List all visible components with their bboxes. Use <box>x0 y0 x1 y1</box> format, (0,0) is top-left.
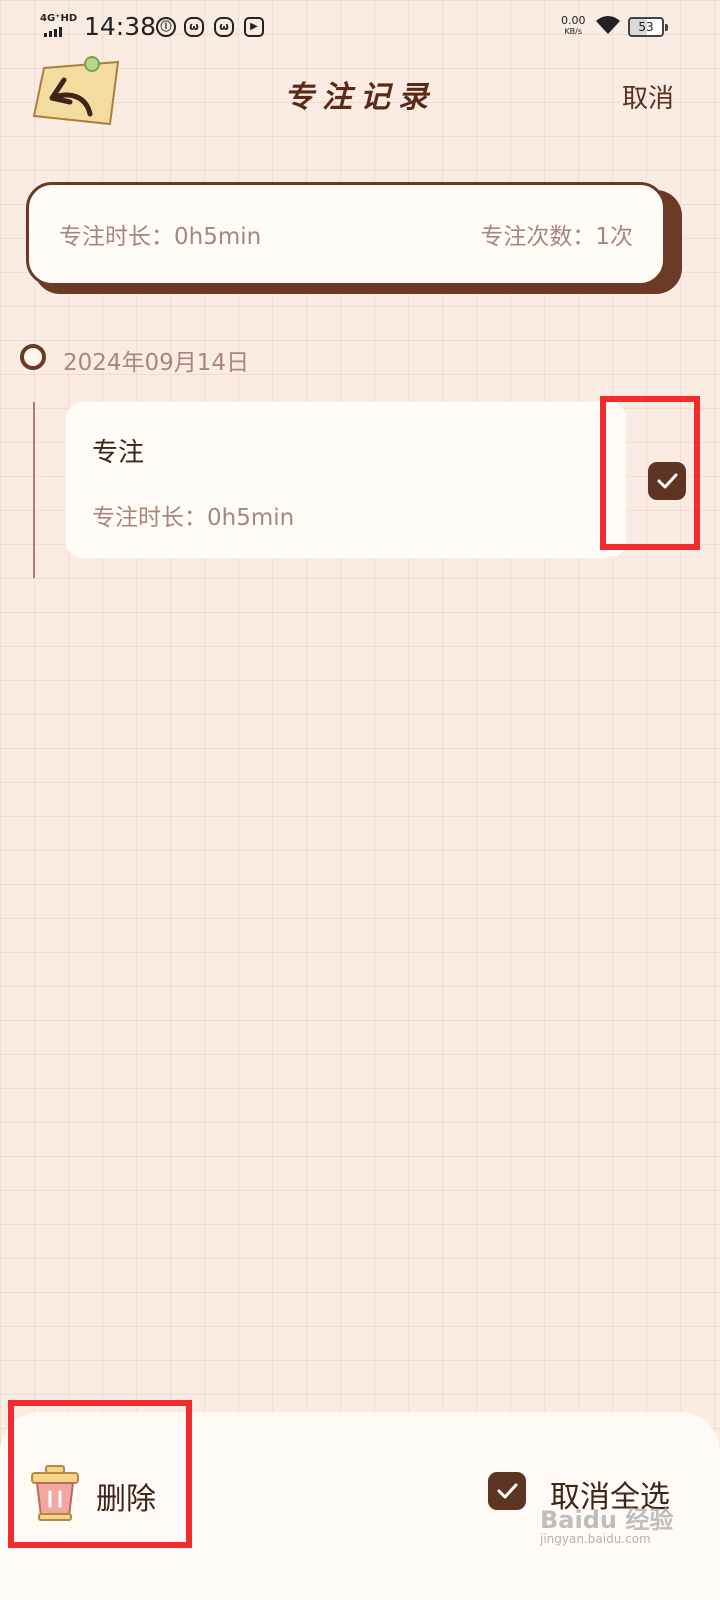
network-indicator: 4G⁺HD <box>40 13 78 24</box>
timeline-dot <box>20 344 46 370</box>
record-duration: 专注时长：0h5min <box>92 505 295 531</box>
session-count: 专注次数：1次 <box>480 224 633 250</box>
highlight-box-checkbox <box>600 396 700 550</box>
timeline-line <box>33 402 35 578</box>
signal-icon <box>44 27 62 37</box>
cat-face-icon: ω <box>214 17 234 37</box>
total-duration: 专注时长：0h5min <box>59 224 262 250</box>
watermark: Baidu 经验 <box>540 1506 674 1534</box>
app-notification-icon: ⓛ <box>156 17 176 37</box>
play-icon: ▶ <box>244 17 264 37</box>
highlight-box-delete <box>8 1400 192 1548</box>
cat-face-icon: ω <box>184 17 204 37</box>
summary-card: 专注时长：0h5min 专注次数：1次 <box>26 182 666 286</box>
status-bar: 4G⁺HD 14:38 ⓛ ω ω ▶ 0.00 KB/s 53 <box>0 0 720 56</box>
record-title: 专注 <box>92 438 145 468</box>
network-speed: 0.00 KB/s <box>561 14 586 36</box>
wifi-icon <box>596 16 620 34</box>
status-time: 14:38 <box>84 12 157 41</box>
timeline-date: 2024年09月14日 <box>63 350 250 376</box>
watermark-url: jingyan.baidu.com <box>540 1532 651 1546</box>
record-card[interactable] <box>66 402 626 558</box>
page-title: 专注记录 <box>284 80 436 115</box>
battery-icon: 53 <box>628 17 668 37</box>
checkmark-icon <box>497 1483 518 1499</box>
select-all-checkbox[interactable] <box>488 1472 526 1510</box>
cancel-button[interactable]: 取消 <box>622 78 674 115</box>
